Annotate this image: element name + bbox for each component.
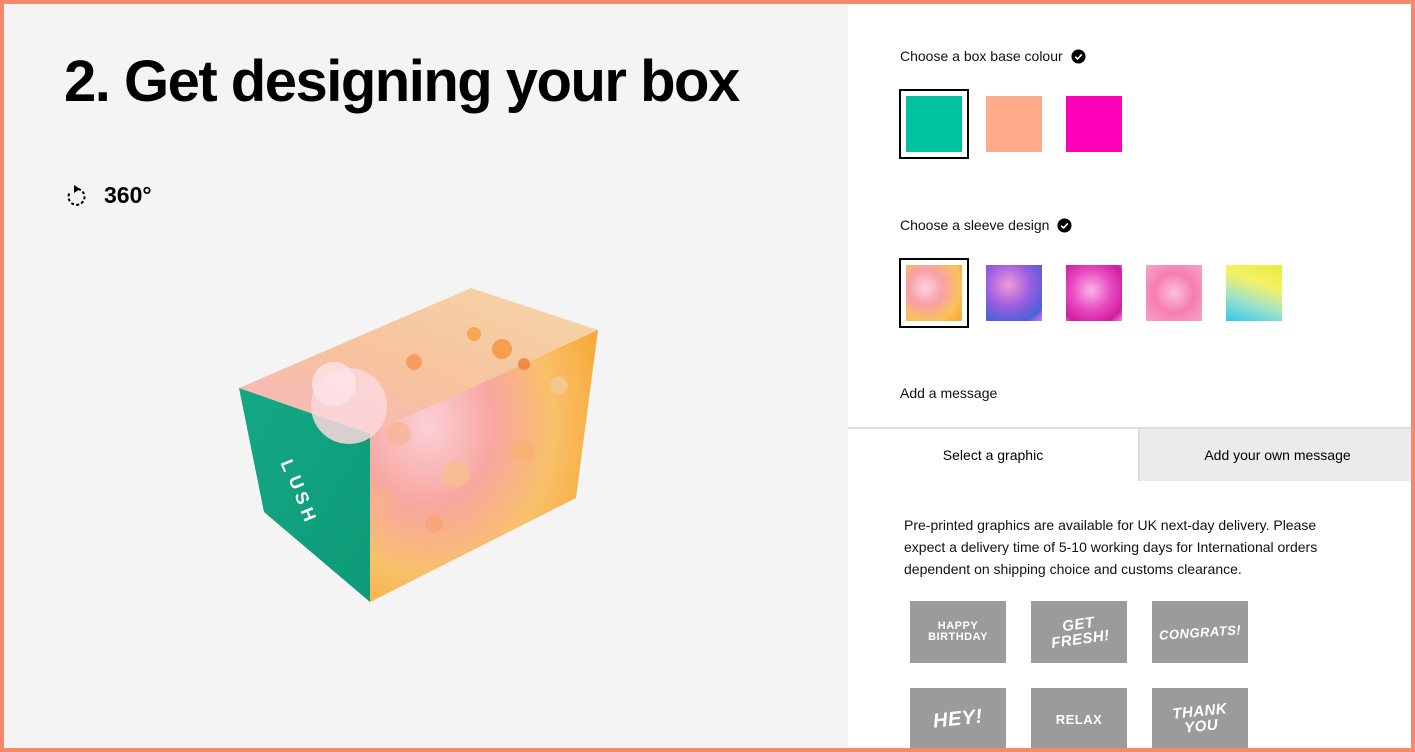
tab-select-graphic-label: Select a graphic bbox=[942, 447, 1044, 463]
graphic-hey-label: HEY! bbox=[932, 704, 984, 733]
graphic-congrats-label: CONGRATS! bbox=[1158, 621, 1242, 643]
tab-add-own-message-label: Add your own message bbox=[1204, 447, 1351, 463]
sleeve-swatch-1[interactable] bbox=[899, 258, 969, 328]
sleeve-design-text: Choose a sleeve design bbox=[900, 217, 1050, 233]
graphic-hey[interactable]: HEY! bbox=[910, 688, 1006, 748]
sleeve-swatch-5[interactable] bbox=[1226, 265, 1282, 321]
configurator-panel: Choose a box base colour Choose a sleeve… bbox=[848, 4, 1411, 748]
graphic-happy-birthday-label: HAPPY BIRTHDAY bbox=[928, 620, 988, 643]
graphic-get-fresh[interactable]: GET FRESH! bbox=[1031, 601, 1127, 663]
box-preview-panel: 2. Get designing your box 360° L U S H bbox=[4, 4, 848, 748]
check-icon bbox=[1057, 217, 1072, 233]
colour-swatch-magenta[interactable] bbox=[1066, 96, 1122, 152]
message-tabs: Select a graphic Add your own message bbox=[848, 427, 1411, 481]
rotate-icon bbox=[67, 184, 86, 206]
graphic-congrats[interactable]: CONGRATS! bbox=[1152, 601, 1248, 663]
sleeve-swatch-3[interactable] bbox=[1066, 265, 1122, 321]
add-message-text: Add a message bbox=[900, 385, 998, 401]
graphics-info-text: Pre-printed graphics are available for U… bbox=[904, 517, 1318, 577]
box-3d-model[interactable]: L U S H bbox=[230, 280, 604, 606]
sleeve-swatch-2[interactable] bbox=[986, 265, 1042, 321]
rotate-label: 360° bbox=[104, 182, 152, 208]
tab-select-graphic[interactable]: Select a graphic bbox=[848, 429, 1138, 481]
page-title: 2. Get designing your box bbox=[64, 49, 740, 114]
graphic-relax-label: RELAX bbox=[1055, 711, 1103, 727]
add-message-label: Add a message bbox=[900, 385, 997, 401]
box-base-colour-text: Choose a box base colour bbox=[900, 48, 1063, 64]
page-frame: 2. Get designing your box 360° L U S H C… bbox=[0, 0, 1415, 752]
sleeve-swatch-4[interactable] bbox=[1146, 265, 1202, 321]
box-base-colour-label: Choose a box base colour bbox=[900, 48, 1086, 64]
graphic-get-fresh-label: GET FRESH! bbox=[1049, 613, 1111, 652]
graphic-thank-you[interactable]: THANK YOU bbox=[1152, 688, 1248, 748]
colour-swatch-peach[interactable] bbox=[986, 96, 1042, 152]
sleeve-design-label: Choose a sleeve design bbox=[900, 217, 1072, 233]
graphic-relax[interactable]: RELAX bbox=[1031, 688, 1127, 748]
graphic-thank-you-label: THANK YOU bbox=[1170, 700, 1228, 737]
graphic-happy-birthday[interactable]: HAPPY BIRTHDAY bbox=[910, 601, 1006, 663]
colour-swatch-teal[interactable] bbox=[899, 89, 969, 159]
rotate-360-button[interactable]: 360° bbox=[64, 182, 152, 209]
check-icon bbox=[1071, 48, 1086, 64]
tab-add-own-message[interactable]: Add your own message bbox=[1138, 429, 1411, 481]
